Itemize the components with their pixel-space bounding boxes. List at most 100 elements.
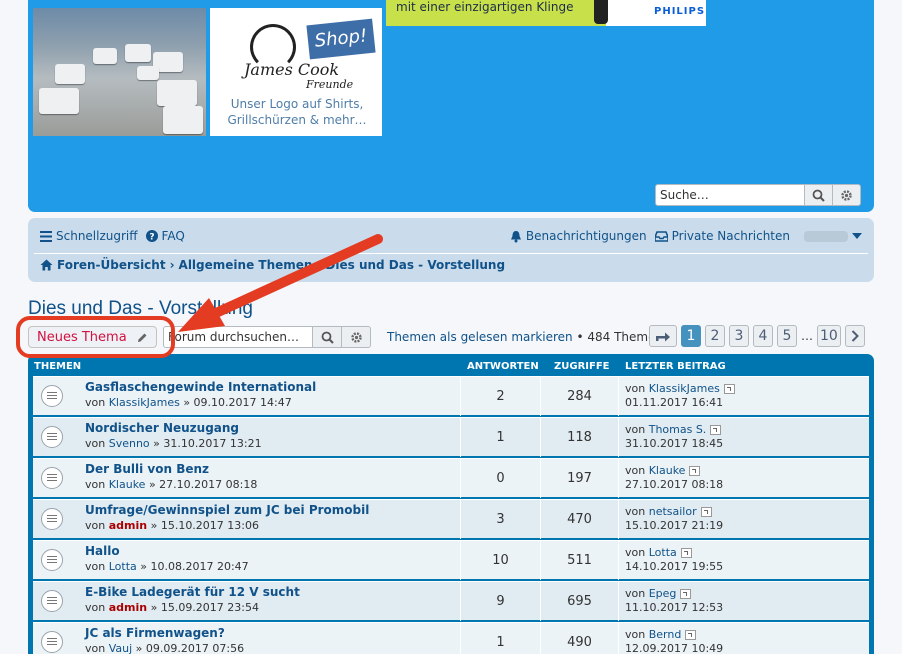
breadcrumb-forum[interactable]: Dies und Das - Vorstellung [325,258,505,272]
faq-label: FAQ [161,229,185,243]
table-row[interactable]: Nordischer Neuzugang von Svenno » 31.10.2… [33,417,869,457]
pagination-ellipsis: … [801,329,813,343]
topic-read-icon [41,631,63,653]
table-row[interactable]: Umfrage/Gewinnspiel zum JC bei Promobil v… [33,499,869,539]
goto-last-post-icon[interactable] [710,425,722,435]
username-avatar[interactable] [804,230,848,242]
advert-brand: PHILIPS [654,6,706,17]
topic-read-icon [41,590,63,612]
reply-count: 9 [496,594,505,609]
header-search-input[interactable]: Suche… [655,184,805,206]
topic-author-link[interactable]: Lotta [109,560,137,573]
goto-last-post-icon[interactable] [700,507,712,517]
table-row[interactable]: E-Bike Ladegerät für 12 V sucht von admin… [33,581,869,621]
topic-title-link[interactable]: Umfrage/Gewinnspiel zum JC bei Promobil [85,503,369,517]
last-post-date: 01.11.2017 16:41 [625,396,724,409]
goto-last-post-icon[interactable] [689,466,701,476]
advert-banner[interactable]: mit einer einzigartigen Klinge PHILIPS [386,0,706,26]
topic-meta: von admin » 15.10.2017 13:06 [85,519,259,532]
svg-text:?: ? [149,233,154,243]
topic-author-link[interactable]: admin [109,601,147,614]
table-row[interactable]: Der Bulli von Benz von Klauke » 27.10.201… [33,458,869,498]
by-label: von [625,464,646,477]
mark-topics-read-link[interactable]: Themen als gelesen markieren [387,330,573,344]
breadcrumb-index[interactable]: Foren-Übersicht [57,258,166,272]
forum-search-button[interactable] [313,326,342,348]
last-post-author-link[interactable]: Lotta [649,546,677,559]
topic-author-link[interactable]: admin [109,519,147,532]
last-post-author-link[interactable]: Bernd [649,628,682,641]
shop-badge: Shop! [306,18,376,60]
header-search-button[interactable] [805,184,833,206]
goto-last-post-icon[interactable] [685,630,697,640]
caret-down-icon[interactable] [852,232,862,240]
next-page-button[interactable] [844,325,865,347]
last-post: von KlassikJames 01.11.2017 16:41 [625,382,735,410]
topic-author-link[interactable]: Vauj [109,642,132,654]
last-post-author-link[interactable]: netsailor [649,505,697,518]
private-messages-link[interactable]: Private Nachrichten [654,229,790,243]
page-2[interactable]: 2 [705,325,725,347]
topic-meta: von admin » 15.09.2017 23:54 [85,601,259,614]
header-search: Suche… [655,184,861,206]
table-row[interactable]: Hallo von Lotta » 10.08.2017 20:47 10 511 vo… [33,540,869,580]
topic-author-link[interactable]: Svenno [109,437,150,450]
by-label: von [85,437,106,450]
topic-read-icon [41,549,63,571]
forum-search-input[interactable]: Forum durchsuchen… [163,326,313,348]
by-label: von [625,587,646,600]
last-post-author-link[interactable]: Epeg [649,587,677,600]
topic-list: THEMEN ANTWORTEN ZUGRIFFE LETZTER BEITRA… [28,354,874,654]
column-divider [618,500,619,539]
page-5[interactable]: 5 [777,325,797,347]
header-photo[interactable] [33,8,206,136]
topic-author-link[interactable]: KlassikJames [109,396,180,409]
goto-last-post-icon[interactable] [680,548,692,558]
by-label: von [85,396,106,409]
topic-title-link[interactable]: JC als Firmenwagen? [85,626,225,640]
question-icon: ? [145,230,158,243]
advanced-search-button[interactable] [833,184,861,206]
last-post-author-link[interactable]: Klauke [649,464,686,477]
page-3[interactable]: 3 [729,325,749,347]
breadcrumb-separator: › [316,258,322,272]
razor-icon [594,0,608,24]
navbar: Schnellzugriff ? FAQ Benachrichtigungen … [28,218,874,282]
page-1[interactable]: 1 [681,325,701,347]
column-divider [618,377,619,416]
view-count: 490 [567,635,592,650]
shop-banner[interactable]: Shop! James Cook Freunde Unser Logo auf … [210,8,382,136]
by-label: von [625,546,646,559]
last-post-author-link[interactable]: KlassikJames [649,382,720,395]
by-label: von [625,505,646,518]
hamburger-icon [40,230,52,242]
topic-title-link[interactable]: Der Bulli von Benz [85,462,209,476]
forum-advanced-search-button[interactable] [342,326,371,348]
faq-link[interactable]: ? FAQ [145,229,185,243]
last-post: von netsailor 15.10.2017 21:19 [625,505,723,533]
topic-meta: von Vauj » 09.09.2017 07:56 [85,642,244,654]
column-divider [618,459,619,498]
jump-arrow-icon [656,332,670,342]
goto-last-post-icon[interactable] [680,589,692,599]
topic-date: » 09.10.2017 14:47 [183,396,292,409]
page-4[interactable]: 4 [753,325,773,347]
topic-title-link[interactable]: Gasflaschengewinde International [85,380,316,394]
last-post-author-link[interactable]: Thomas S. [649,423,707,436]
quicklinks-menu[interactable]: Schnellzugriff [40,229,138,243]
topic-title-link[interactable]: Nordischer Neuzugang [85,421,239,435]
breadcrumb-category[interactable]: Allgemeine Themen [179,258,313,272]
table-row[interactable]: JC als Firmenwagen? von Vauj » 09.09.2017… [33,622,869,654]
jump-to-page-button[interactable] [649,325,677,347]
topic-author-link[interactable]: Klauke [109,478,146,491]
goto-last-post-icon[interactable] [723,384,735,394]
table-row[interactable]: Gasflaschengewinde International von Klas… [33,376,869,416]
topic-title-link[interactable]: Hallo [85,544,120,558]
page-last[interactable]: 10 [817,325,841,347]
notifications-link[interactable]: Benachrichtigungen [510,229,647,243]
annotation-highlight-ring [16,316,175,358]
reply-count: 0 [496,471,505,486]
topic-title-link[interactable]: E-Bike Ladegerät für 12 V sucht [85,585,300,599]
by-label: von [625,382,646,395]
reply-count: 2 [496,389,505,404]
